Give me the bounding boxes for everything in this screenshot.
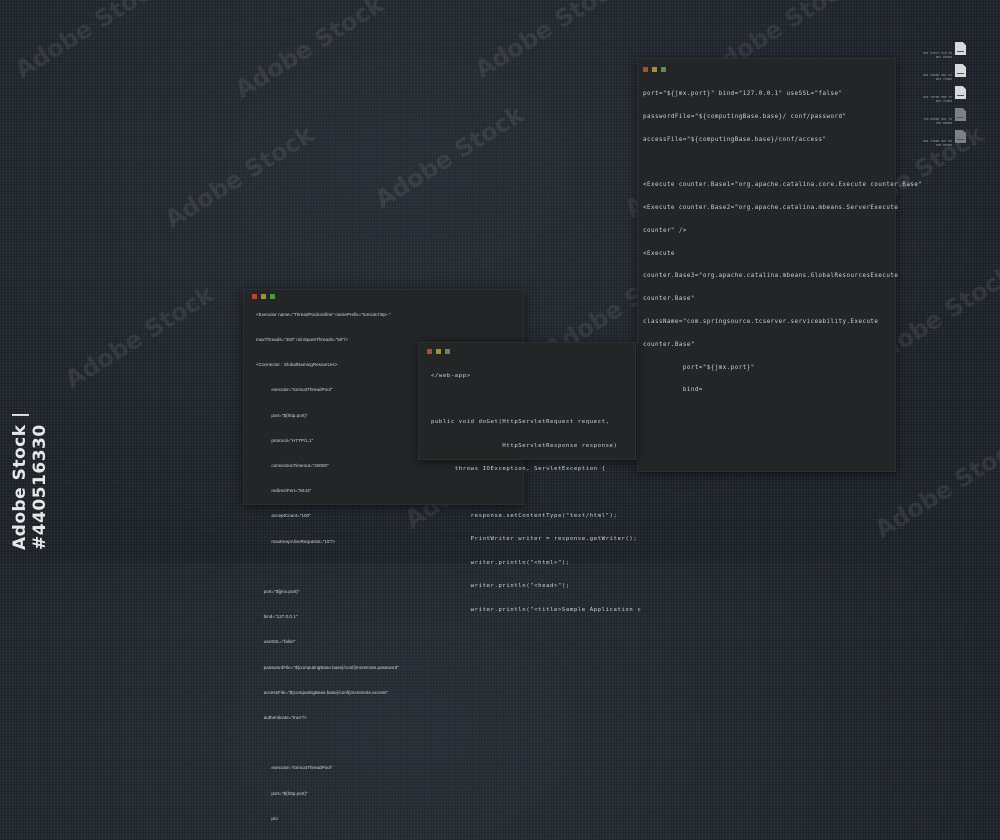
file-icon[interactable] [955,86,966,99]
code-line: writer.println("<title>Sample Applicatio… [431,606,642,613]
code-line: PrintWriter writer = response.getWriter(… [431,536,638,543]
file-meta: 003 71000 [935,99,952,103]
java-code-window[interactable]: </web-app> public void doGet(HttpServlet… [418,342,641,613]
code-line: passwordFile="${computingBase.base}/conf… [256,664,399,670]
code-line: maxKeepAliveRequests="15"/> [256,538,336,544]
code-line: <Connector : GlobalNamingResources> [256,362,338,368]
code-line: useSSL="false" [256,639,296,645]
file-meta: 700 00000 [935,121,952,125]
code-line: </web-app> [431,372,471,379]
code-line: port="${jmx.port}" bind="127.0.0.1" useS… [643,91,843,98]
close-icon[interactable] [643,67,648,72]
watermark: Adobe Stock [60,280,219,394]
code-line: counter" /> [643,227,687,234]
watermark: Adobe Stock [370,100,529,214]
code-line: executor="tomcatThreadPool" [256,765,333,771]
maximize-icon[interactable] [661,67,666,72]
code-line: authenticate="true"/> [256,715,307,721]
code-line: public void doGet(HttpServletRequest req… [431,419,610,426]
code-line: bind="127.0.0.1" [256,614,298,620]
watermark: Adobe Stock [470,0,629,84]
minimize-icon[interactable] [652,67,657,72]
code-line: HttpServletResponse response) [431,442,618,449]
code-line: throws IOException, ServletException { [431,466,606,473]
file-list-item[interactable]: 001 71000 007 00 700 00700 [908,130,968,152]
code-line: pro [256,815,278,821]
file-icon[interactable] [955,42,966,55]
window-titlebar[interactable] [419,343,635,357]
watermark: Adobe Stock [160,120,319,234]
code-line: port="${http.port}" [256,790,308,796]
config-code-window[interactable]: port="${jmx.port}" bind="127.0.0.1" useS… [637,58,922,472]
stock-id-label: Adobe Stock | #440516330 [10,411,50,550]
code-line: executor="tomcatThreadPool" [256,387,333,393]
file-meta: 700 00700 [935,143,952,147]
code-line: passwordFile="${computingBase.base}/ con… [643,113,847,120]
file-list-item[interactable]: 001 70700 000 77 003 71000 [908,86,968,108]
code-line: port="${jmx.port}" [643,364,755,371]
minimize-icon[interactable] [436,349,441,354]
code-line: writer.println("<head>"); [431,583,570,590]
file-icon[interactable] [955,130,966,143]
maximize-icon[interactable] [445,349,450,354]
code-line: bind= [643,387,703,394]
code-line: <Executor name="ThreadPoolconfine" nameP… [256,311,391,317]
file-list-panel: 001 07077 010 00 001 00700 001 00000 001… [908,42,968,152]
file-list-item[interactable]: 700 00000 001 70 700 00000 [908,108,968,130]
code-line: <Execute counter.Base2="org.apache.catal… [643,205,899,212]
code-line: <Execute [643,250,675,257]
code-editor[interactable]: </web-app> public void doGet(HttpServlet… [431,357,641,630]
file-icon[interactable] [955,64,966,77]
watermark: Adobe Stock [10,0,169,84]
code-line: className="com.springsource.tcserver.ser… [643,319,879,325]
file-list-item[interactable]: 001 00000 001 01 003 71000 [908,64,968,86]
code-line: redirectPort="8443" [256,488,312,494]
code-editor[interactable]: <Executor name="ThreadPoolconfine" nameP… [256,294,399,840]
code-line: connectionTimeout="20000" [256,463,329,469]
file-list-item[interactable]: 001 07077 010 00 001 00700 [908,42,968,64]
file-meta: 003 71000 [935,77,952,81]
window-titlebar[interactable] [638,59,895,73]
code-line: port="${http.port}" [256,412,308,418]
code-line: accessFile="${computingBase.base}/conf/a… [643,136,827,143]
code-line: counter.Base" [643,296,695,303]
code-line: counter.Base3="org.apache.catalina.mbean… [643,273,899,280]
code-line: maxThreads="300" minSpareThreads="50"/> [256,337,348,343]
close-icon[interactable] [427,349,432,354]
code-line: counter.Base" [643,341,695,348]
code-line: acceptCount="100" [256,513,311,519]
watermark: Adobe Stock [230,0,389,104]
file-meta: 001 00700 [935,55,952,59]
code-line: <Execute counter.Base1="org.apache.catal… [643,182,923,189]
code-line: port="${jmx.port}" [256,589,300,595]
code-line: accessFile="${computingBase.base}/conf/j… [256,689,389,695]
code-editor[interactable]: port="${jmx.port}" bind="127.0.0.1" useS… [643,76,922,410]
file-icon[interactable] [955,108,966,121]
code-line: writer.println("<html>"); [431,559,570,566]
code-line: protocol="HTTP/1.1" [256,437,314,443]
code-line: response.setContentType("text/html"); [431,512,618,519]
